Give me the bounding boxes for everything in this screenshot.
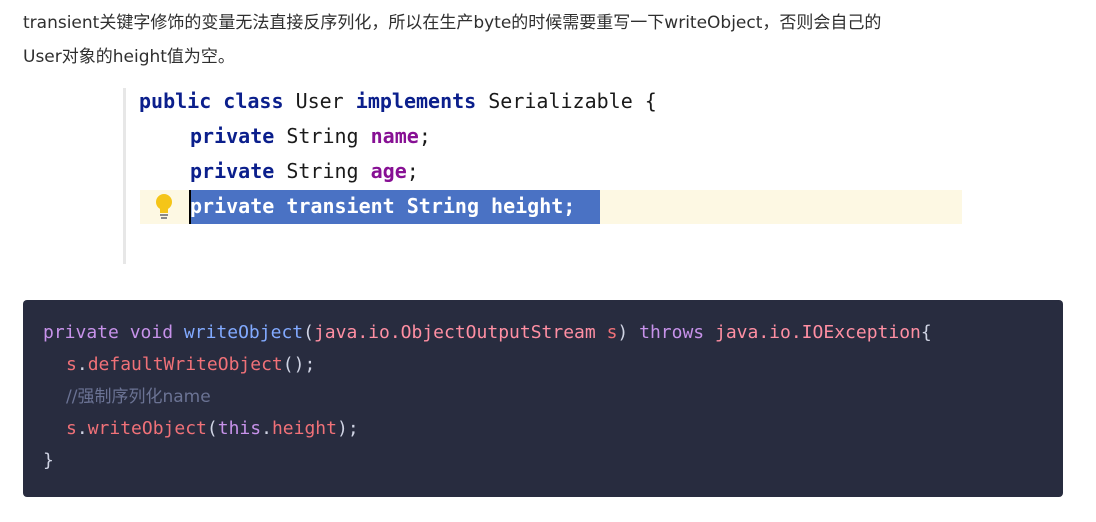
- keyword-class: class: [223, 89, 284, 113]
- open-paren: (: [303, 322, 314, 343]
- method-call: defaultWriteObject: [87, 354, 283, 375]
- semicolon: ;: [406, 159, 419, 183]
- keyword-private: private: [190, 159, 275, 183]
- ide-line-field-height-selected[interactable]: private transient String height;: [190, 193, 575, 223]
- field-type: String: [286, 124, 359, 148]
- method-name: writeObject: [183, 322, 304, 343]
- object-ref: s: [66, 354, 77, 375]
- param-name: s: [606, 322, 618, 343]
- code-comment: //强制序列化name: [66, 387, 211, 407]
- code-line-method-signature: private void writeObject(java.io.ObjectO…: [43, 317, 932, 349]
- dot: .: [76, 418, 88, 439]
- ide-line-field-name: private String name;: [190, 123, 431, 153]
- keyword-this: this: [217, 418, 262, 439]
- close-brace: }: [43, 450, 54, 471]
- dot: .: [76, 354, 88, 375]
- call-punctuation: ();: [282, 354, 316, 375]
- semicolon: ;: [418, 124, 431, 148]
- object-ref: s: [66, 418, 77, 439]
- code-line-default-write: s.defaultWriteObject();: [66, 349, 315, 381]
- interface-name: Serializable: [488, 89, 633, 113]
- description-paragraph: transient关键字修饰的变量无法直接反序列化，所以在生产byte的时候需要…: [23, 6, 1083, 74]
- keyword-implements: implements: [355, 89, 477, 113]
- paragraph-line-1: transient关键字修饰的变量无法直接反序列化，所以在生产byte的时候需要…: [23, 13, 882, 33]
- field-identifier: name: [370, 124, 419, 148]
- field-ref: height: [271, 418, 337, 439]
- selected-code-text[interactable]: private transient String height;: [190, 194, 575, 218]
- code-line-write-height: s.writeObject(this.height);: [66, 413, 359, 445]
- method-call: writeObject: [87, 418, 207, 439]
- dot: .: [261, 418, 272, 439]
- param-type: java.io.ObjectOutputStream: [313, 322, 596, 343]
- keyword-private: private: [43, 322, 119, 343]
- keyword-public: public: [139, 89, 212, 113]
- ide-line-field-age: private String age;: [190, 158, 419, 188]
- lightbulb-icon[interactable]: [153, 192, 175, 220]
- ide-line-class-declaration: public class User implements Serializabl…: [139, 88, 657, 118]
- keyword-private: private: [190, 124, 275, 148]
- call-punctuation: );: [336, 418, 359, 439]
- open-brace: {: [920, 322, 932, 343]
- field-type: String: [286, 159, 359, 183]
- field-identifier: age: [370, 159, 407, 183]
- code-block: private void writeObject(java.io.ObjectO…: [23, 300, 1063, 497]
- gutter-divider: [123, 88, 126, 264]
- class-name: User: [295, 89, 344, 113]
- open-paren: (: [206, 418, 218, 439]
- code-line-comment: //强制序列化name: [66, 381, 211, 413]
- keyword-void: void: [129, 322, 174, 343]
- exception-type: java.io.IOException: [714, 322, 921, 343]
- close-paren: ): [617, 322, 629, 343]
- ide-screenshot: public class User implements Serializabl…: [123, 84, 968, 264]
- open-brace: {: [644, 89, 657, 113]
- keyword-throws: throws: [639, 322, 705, 343]
- paragraph-line-2: User对象的height值为空。: [23, 47, 235, 67]
- code-line-close-brace: }: [43, 445, 54, 477]
